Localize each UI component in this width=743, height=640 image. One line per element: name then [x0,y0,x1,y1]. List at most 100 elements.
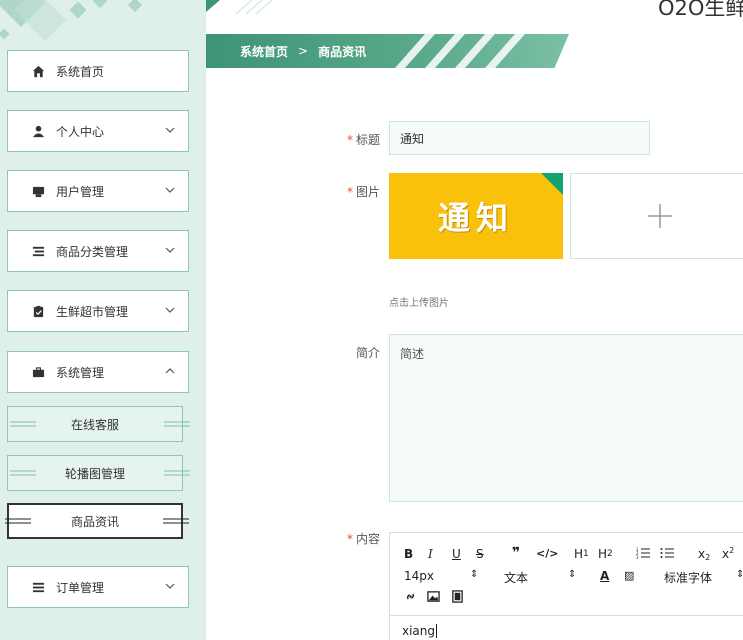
font-family-arrows-icon[interactable]: ⇕ [736,569,743,580]
background-color-icon[interactable]: ▨ [624,569,634,582]
image-icon[interactable] [427,590,440,603]
title-label: * 标题 [320,131,380,148]
decor-square [92,0,108,9]
sidebar-item-label: 用户管理 [56,184,105,199]
title-label-text: 标题 [355,133,380,147]
uploaded-image-thumbnail[interactable]: 通知 [389,173,563,259]
sidebar-item-label: 系统首页 [56,64,105,79]
italic-icon[interactable]: I [428,547,433,561]
ordered-list-icon[interactable]: 123 [636,547,650,559]
list-icon [30,243,46,259]
heading1-icon[interactable]: H1 [574,547,589,561]
chevron-up-icon [165,368,175,374]
editor-content[interactable]: xiang [390,615,743,640]
required-mark: * [346,185,353,199]
clipboard-icon [30,303,46,319]
header-decoration [206,0,273,14]
page: 系统首页 个人中心 用户管理 商品分类管理 生鲜超市管理 系统管理 在线客服 轮… [0,0,743,640]
svg-text:3: 3 [636,555,639,559]
bold-icon[interactable]: B [404,547,413,561]
title-input-value: 通知 [400,131,425,146]
font-color-icon[interactable]: A [600,569,609,583]
content-label-text: 内容 [355,532,380,546]
sidebar-item-supermarket-management[interactable]: 生鲜超市管理 [2,290,189,341]
text-cursor [436,624,438,638]
sidebar-item-label: 个人中心 [56,124,105,139]
decor-square [127,0,143,13]
sidebar-item-home[interactable]: 系统首页 [2,50,189,101]
text-type-select[interactable]: 文本 [504,569,528,586]
strike-icon[interactable]: S [476,547,484,561]
image-upload-button[interactable] [570,173,743,259]
summary-label: 简介 [320,344,380,361]
sidebar-subitem-online-service[interactable]: 在线客服 [7,406,190,442]
upload-hint: 点击上传图片 [389,298,449,309]
app-title: O2O生鲜 [658,0,743,20]
user-icon [30,123,46,139]
thumbnail-corner [541,173,563,195]
text-type-arrows-icon[interactable]: ⇕ [568,569,576,580]
chevron-down-icon [165,307,175,313]
arrow-lines-icon [163,518,189,524]
title-input[interactable]: 通知 [389,121,650,155]
heading2-icon[interactable]: H2 [598,547,613,561]
text-type-value: 文本 [504,571,529,585]
arrow-lines-icon [164,470,190,476]
font-size-select[interactable]: 14px [404,569,434,583]
font-size-arrows-icon[interactable]: ⇕ [470,569,478,580]
required-mark: * [346,532,353,546]
sidebar-item-user-management[interactable]: 用户管理 [2,170,189,221]
summary-textarea[interactable]: 简述 [389,334,743,502]
chevron-down-icon [165,187,175,193]
sidebar-subitem-label: 商品资讯 [70,514,119,529]
summary-placeholder: 简述 [400,347,425,361]
summary-label-text: 简介 [355,346,380,360]
breadcrumb-stripes [395,34,525,68]
font-family-select[interactable]: 标准字体 [664,569,712,586]
content-label: * 内容 [320,530,380,547]
sidebar-subitem-label: 轮播图管理 [64,466,125,481]
chevron-down-icon [165,583,175,589]
sidebar-item-label: 商品分类管理 [56,244,129,259]
sidebar-item-personal-center[interactable]: 个人中心 [2,110,189,161]
menu-icon [30,579,46,595]
thumbnail-text: 通知 [437,199,514,237]
image-label-text: 图片 [355,185,380,199]
sidebar-item-label: 系统管理 [56,365,105,380]
link-icon[interactable] [404,590,417,603]
arrow-lines-icon [10,421,36,427]
breadcrumb-separator: > [298,44,309,58]
decor-square [69,1,87,19]
users-icon [30,183,46,199]
underline-icon[interactable]: U [452,547,461,561]
sidebar-item-system-management[interactable]: 系统管理 [2,351,189,402]
breadcrumb-home[interactable]: 系统首页 [240,43,288,60]
sidebar-item-category-management[interactable]: 商品分类管理 [2,230,189,281]
video-icon[interactable] [451,590,464,603]
bullet-list-icon[interactable] [660,547,674,559]
chevron-down-icon [165,247,175,253]
sidebar: 系统首页 个人中心 用户管理 商品分类管理 生鲜超市管理 系统管理 在线客服 轮… [0,0,206,640]
breadcrumb-current: 商品资讯 [318,44,367,59]
required-mark: * [346,133,353,147]
code-icon[interactable]: </> [536,547,558,560]
briefcase-icon [30,364,46,380]
rich-text-editor: B I U S ❞ </> H1 H2 123 x2 x2 14px ⇕ 文本 … [389,532,743,640]
arrow-lines-icon [10,470,36,476]
arrow-lines-icon [164,421,190,427]
sidebar-item-label: 订单管理 [56,580,105,595]
font-size-value: 14px [404,569,434,583]
chevron-down-icon [165,127,175,133]
sidebar-subitem-label: 在线客服 [70,417,119,432]
subscript-icon[interactable]: x2 [698,547,710,562]
arrow-lines-icon [5,518,31,524]
sidebar-item-order-management[interactable]: 订单管理 [2,566,189,617]
sidebar-subitem-carousel[interactable]: 轮播图管理 [7,455,190,491]
home-icon [30,63,46,79]
superscript-icon[interactable]: x2 [722,546,734,562]
image-label: * 图片 [320,183,380,200]
plus-icon [648,204,672,228]
blockquote-icon[interactable]: ❞ [512,545,520,561]
font-family-value: 标准字体 [664,571,713,585]
sidebar-subitem-product-news[interactable]: 商品资讯 [5,503,189,539]
